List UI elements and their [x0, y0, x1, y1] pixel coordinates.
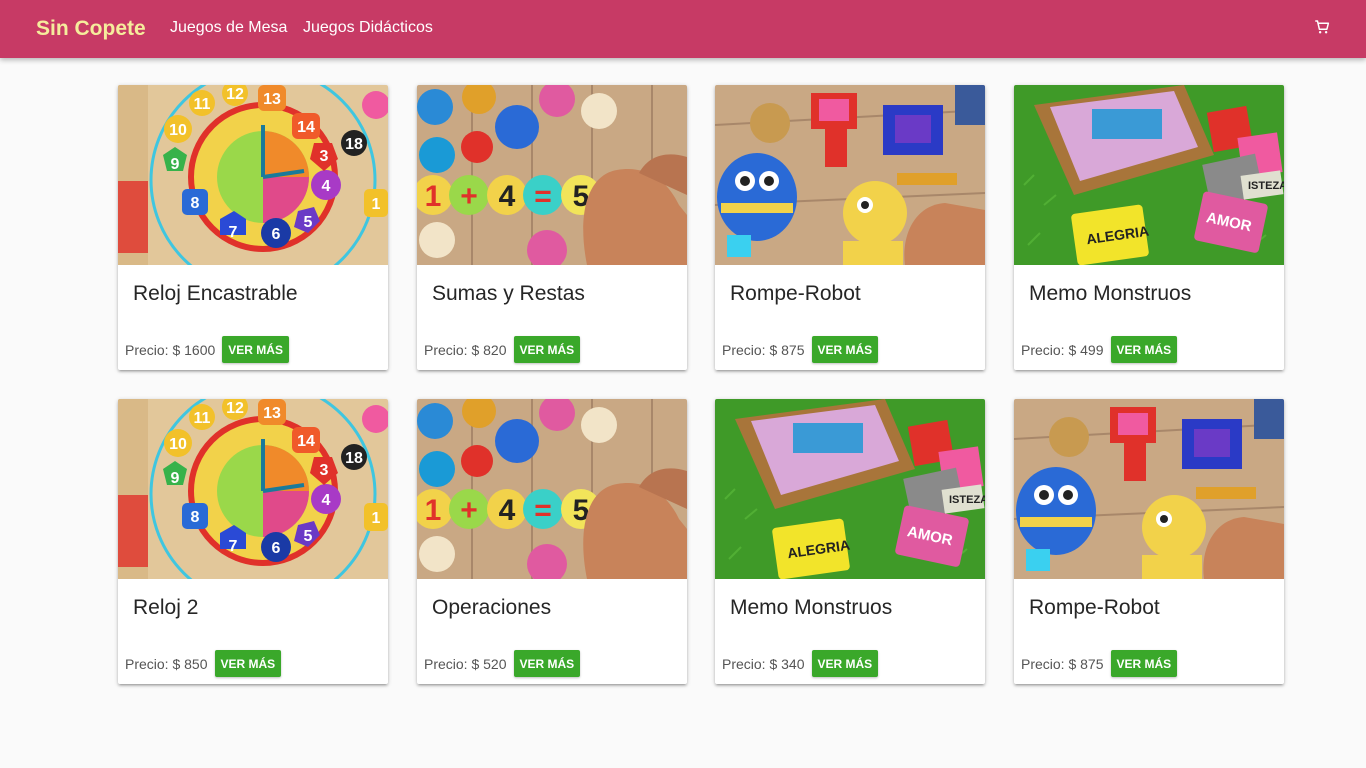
brand-logo[interactable]: Sin Copete — [36, 16, 146, 42]
card-action: Precio: $ 850 VER MÁS — [125, 650, 282, 677]
card-action: Precio: $ 499 VER MÁS — [1021, 336, 1178, 363]
product-price: Precio: $ 850 — [125, 655, 208, 672]
product-title: Rompe-Robot — [1029, 596, 1160, 619]
product-card: Sumas y Restas Precio: $ 820 VER MÁS — [417, 85, 687, 370]
product-image-math-puzzle — [417, 399, 687, 579]
product-title: Reloj Encastrable — [133, 282, 298, 305]
product-title: Sumas y Restas — [432, 282, 585, 305]
product-price: Precio: $ 875 — [1021, 655, 1104, 672]
nav-link-juegos-didacticos[interactable]: Juegos Didácticos — [303, 18, 433, 38]
product-image-clock-puzzle — [118, 85, 388, 265]
card-action: Precio: $ 875 VER MÁS — [722, 336, 879, 363]
product-price: Precio: $ 1600 — [125, 341, 216, 358]
ver-mas-button[interactable]: VER MÁS — [1110, 336, 1178, 363]
card-action: Precio: $ 1600 VER MÁS — [125, 336, 289, 363]
product-card: Operaciones Precio: $ 520 VER MÁS — [417, 399, 687, 684]
product-image-robot-puzzle — [715, 85, 985, 265]
navbar: Sin Copete Juegos de Mesa Juegos Didácti… — [0, 0, 1366, 58]
product-card: Memo Monstruos Precio: $ 499 VER MÁS — [1014, 85, 1284, 370]
nav-link-juegos-de-mesa[interactable]: Juegos de Mesa — [170, 18, 287, 38]
cart-button[interactable] — [1313, 18, 1331, 36]
product-image-clock-puzzle — [118, 399, 388, 579]
product-image-robot-puzzle — [1014, 399, 1284, 579]
product-title: Reloj 2 — [133, 596, 199, 619]
product-image-math-puzzle — [417, 85, 687, 265]
ver-mas-button[interactable]: VER MÁS — [1110, 650, 1178, 677]
product-card: Rompe-Robot Precio: $ 875 VER MÁS — [715, 85, 985, 370]
card-action: Precio: $ 875 VER MÁS — [1021, 650, 1178, 677]
product-card: Reloj Encastrable Precio: $ 1600 VER MÁS — [118, 85, 388, 370]
product-title: Rompe-Robot — [730, 282, 861, 305]
card-action: Precio: $ 340 VER MÁS — [722, 650, 879, 677]
ver-mas-button[interactable]: VER MÁS — [811, 650, 879, 677]
ver-mas-button[interactable]: VER MÁS — [513, 336, 581, 363]
product-price: Precio: $ 520 — [424, 655, 507, 672]
product-card: Rompe-Robot Precio: $ 875 VER MÁS — [1014, 399, 1284, 684]
product-price: Precio: $ 499 — [1021, 341, 1104, 358]
product-price: Precio: $ 875 — [722, 341, 805, 358]
product-title: Operaciones — [432, 596, 552, 619]
product-card: Memo Monstruos Precio: $ 340 VER MÁS — [715, 399, 985, 684]
product-price: Precio: $ 340 — [722, 655, 805, 672]
ver-mas-button[interactable]: VER MÁS — [222, 336, 289, 363]
ver-mas-button[interactable]: VER MÁS — [513, 650, 581, 677]
product-image-memo-cards — [715, 399, 985, 579]
product-title: Memo Monstruos — [730, 596, 893, 619]
cart-icon — [1313, 18, 1331, 36]
card-action: Precio: $ 820 VER MÁS — [424, 336, 581, 363]
product-title: Memo Monstruos — [1029, 282, 1192, 305]
product-card: Reloj 2 Precio: $ 850 VER MÁS — [118, 399, 388, 684]
card-action: Precio: $ 520 VER MÁS — [424, 650, 581, 677]
product-price: Precio: $ 820 — [424, 341, 507, 358]
ver-mas-button[interactable]: VER MÁS — [811, 336, 879, 363]
ver-mas-button[interactable]: VER MÁS — [214, 650, 282, 677]
product-image-memo-cards — [1014, 85, 1284, 265]
